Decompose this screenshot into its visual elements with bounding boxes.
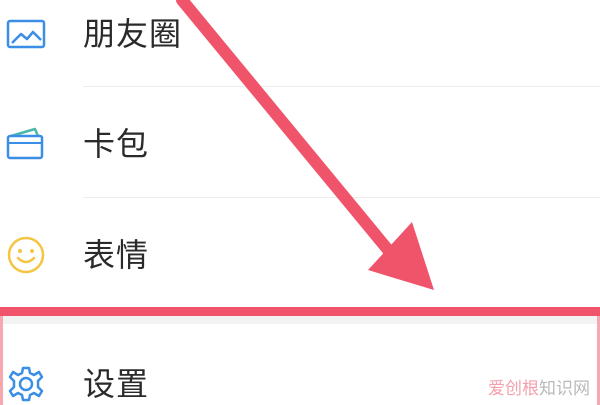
wechat-me-menu-screen: 朋友圈 卡包 表情 设置 爱创根知识网 [0, 0, 600, 405]
watermark: 爱创根知识网 [488, 374, 590, 399]
watermark-site: 知识网 [539, 379, 590, 399]
annotation-arrow [176, 0, 434, 290]
watermark-brand: 爱创根 [488, 379, 539, 399]
